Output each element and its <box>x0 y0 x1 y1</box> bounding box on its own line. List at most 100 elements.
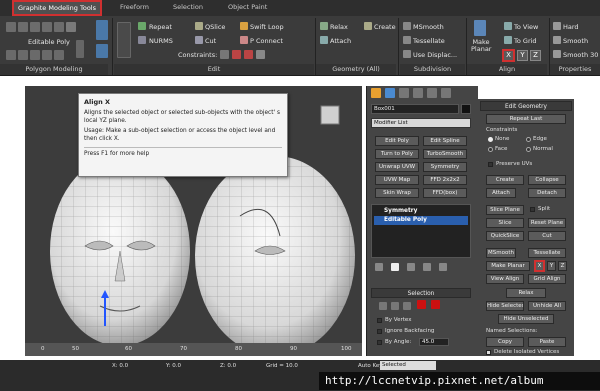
relax-icon[interactable] <box>320 22 328 30</box>
make-planar-z-button[interactable]: Z <box>558 261 567 271</box>
preserve-uvs-checkbox[interactable] <box>488 162 493 167</box>
edit-group-icon[interactable] <box>117 22 131 58</box>
stack-item-symmetry[interactable]: Symmetry <box>374 207 468 216</box>
tab-freeform[interactable]: Freeform <box>120 0 149 15</box>
x-coordinate[interactable]: X: 0.0 <box>112 363 128 369</box>
constraint-edge-icon[interactable] <box>232 50 241 59</box>
show-end-result-icon[interactable] <box>391 263 399 271</box>
modify-tab-icon[interactable] <box>385 88 395 98</box>
by-vertex-checkbox[interactable] <box>377 318 382 323</box>
create-tab-icon[interactable] <box>371 88 381 98</box>
swift-loop-label[interactable]: Swift Loop <box>250 23 284 31</box>
qslice-label[interactable]: QSlice <box>205 23 225 31</box>
stack-item-editable-poly[interactable]: Editable Poly <box>374 216 468 225</box>
tessellate-icon[interactable] <box>403 36 411 44</box>
slice-plane-button[interactable]: Slice Plane <box>486 205 524 215</box>
tab-selection[interactable]: Selection <box>173 0 203 15</box>
polygon-mode-icon[interactable] <box>417 300 426 309</box>
tessellate-button[interactable]: Tessellate <box>528 248 566 258</box>
unwrap-uvw-button[interactable]: Unwrap UVW <box>375 162 419 172</box>
msmooth-button[interactable]: MSmooth <box>486 248 516 258</box>
hierarchy-tab-icon[interactable] <box>399 88 409 98</box>
group-properties[interactable]: Properties <box>550 64 600 75</box>
smooth-icon[interactable] <box>553 36 561 44</box>
constraint-normal-icon[interactable] <box>256 50 265 59</box>
cut-label[interactable]: Cut <box>205 37 216 45</box>
y-coordinate[interactable]: Y: 0.0 <box>166 363 181 369</box>
msmooth-icon[interactable] <box>403 22 411 30</box>
turbosmooth-button[interactable]: TurboSmooth <box>423 149 467 159</box>
create-label[interactable]: Create <box>374 23 396 31</box>
border-icon[interactable] <box>30 22 40 32</box>
detach-button[interactable]: Detach <box>528 188 566 198</box>
skin-wrap-button[interactable]: Skin Wrap <box>375 188 419 198</box>
quickslice-button[interactable]: QuickSlice <box>486 231 524 241</box>
use-displace-icon[interactable] <box>403 50 411 58</box>
uvw-map-button[interactable]: UVW Map <box>375 175 419 185</box>
to-view-icon[interactable] <box>504 22 512 30</box>
copy-button[interactable]: Copy <box>486 337 524 347</box>
vertex-icon[interactable] <box>6 22 16 32</box>
object-name-field[interactable]: Box001 <box>371 104 459 114</box>
repeat-label[interactable]: Repeat <box>149 23 172 31</box>
smooth-label[interactable]: Smooth <box>563 37 588 45</box>
pin-stack-icon[interactable] <box>18 50 28 60</box>
constraint-face-radio[interactable] <box>488 147 493 152</box>
make-planar-icon[interactable] <box>474 20 486 36</box>
nurms-label[interactable]: NURMS <box>149 37 173 45</box>
p-connect-icon[interactable] <box>240 36 248 44</box>
selection-rollout-header[interactable]: Selection <box>371 288 471 298</box>
preview-icon[interactable] <box>42 50 52 60</box>
object-color-swatch[interactable] <box>461 104 471 114</box>
tessellate-label[interactable]: Tessellate <box>413 37 445 45</box>
edge-icon[interactable] <box>18 22 28 32</box>
show-result-icon[interactable] <box>30 50 40 60</box>
element-icon[interactable] <box>54 22 64 32</box>
smooth-30-icon[interactable] <box>553 50 561 58</box>
delete-isolated-checkbox[interactable] <box>486 350 491 355</box>
reset-plane-button[interactable]: Reset Plane <box>528 218 566 228</box>
p-connect-label[interactable]: P Connect <box>250 37 283 45</box>
group-polygon-modeling[interactable]: Polygon Modeling <box>0 64 108 75</box>
unhide-all-button[interactable]: Unhide All <box>528 301 566 311</box>
make-planar-label[interactable]: Make Planar <box>471 38 491 53</box>
ignore-backface-icon[interactable] <box>76 40 84 58</box>
remove-modifier-icon[interactable] <box>423 263 431 271</box>
relax-button[interactable]: Relax <box>506 288 546 298</box>
to-grid-icon[interactable] <box>504 36 512 44</box>
cut-button[interactable]: Cut <box>528 231 566 241</box>
constraint-edge-radio[interactable] <box>526 137 531 142</box>
align-y-button[interactable]: Y <box>517 50 528 61</box>
collapse-button[interactable]: Collapse <box>528 175 566 185</box>
msmooth-label[interactable]: MSmooth <box>413 23 444 31</box>
modifier-stack[interactable]: Symmetry Editable Poly <box>371 204 471 258</box>
create-icon[interactable] <box>364 22 372 30</box>
nurms-icon[interactable] <box>138 36 146 44</box>
symmetry-button[interactable]: Symmetry <box>423 162 467 172</box>
ignore-backfacing-checkbox[interactable] <box>377 329 382 334</box>
constraint-face-icon[interactable] <box>244 50 253 59</box>
modifier-list-dropdown[interactable]: Modifier List <box>371 118 471 128</box>
nurms-preview-icon[interactable] <box>96 20 108 40</box>
make-planar-button[interactable]: Make Planar <box>486 261 530 271</box>
cut-icon[interactable] <box>195 36 203 44</box>
turn-to-poly-button[interactable]: Turn to Poly <box>375 149 419 159</box>
display-tab-icon[interactable] <box>427 88 437 98</box>
attach-button[interactable]: Attach <box>486 188 516 198</box>
tab-graphite-modeling-tools[interactable]: Graphite Modeling Tools <box>12 0 103 16</box>
modifier-icon[interactable] <box>54 50 64 60</box>
view-align-button[interactable]: View Align <box>486 274 524 284</box>
hide-unselected-button[interactable]: Hide Unselected <box>498 314 554 324</box>
edit-geometry-header[interactable]: Edit Geometry <box>480 101 572 111</box>
paste-button[interactable]: Paste <box>528 337 566 347</box>
align-z-button[interactable]: Z <box>530 50 541 61</box>
make-planar-x-button[interactable]: X <box>534 260 545 272</box>
auto-key-button[interactable]: Auto Key <box>358 363 383 369</box>
angle-spinner[interactable]: 45.0 <box>419 338 449 346</box>
edit-spline-button[interactable]: Edit Spline <box>423 136 467 146</box>
tab-object-paint[interactable]: Object Paint <box>228 0 267 15</box>
z-coordinate[interactable]: Z: 0.0 <box>220 363 236 369</box>
edit-poly-button[interactable]: Edit Poly <box>375 136 419 146</box>
to-grid-label[interactable]: To Grid <box>514 37 537 45</box>
edge-mode-icon[interactable] <box>391 302 399 310</box>
